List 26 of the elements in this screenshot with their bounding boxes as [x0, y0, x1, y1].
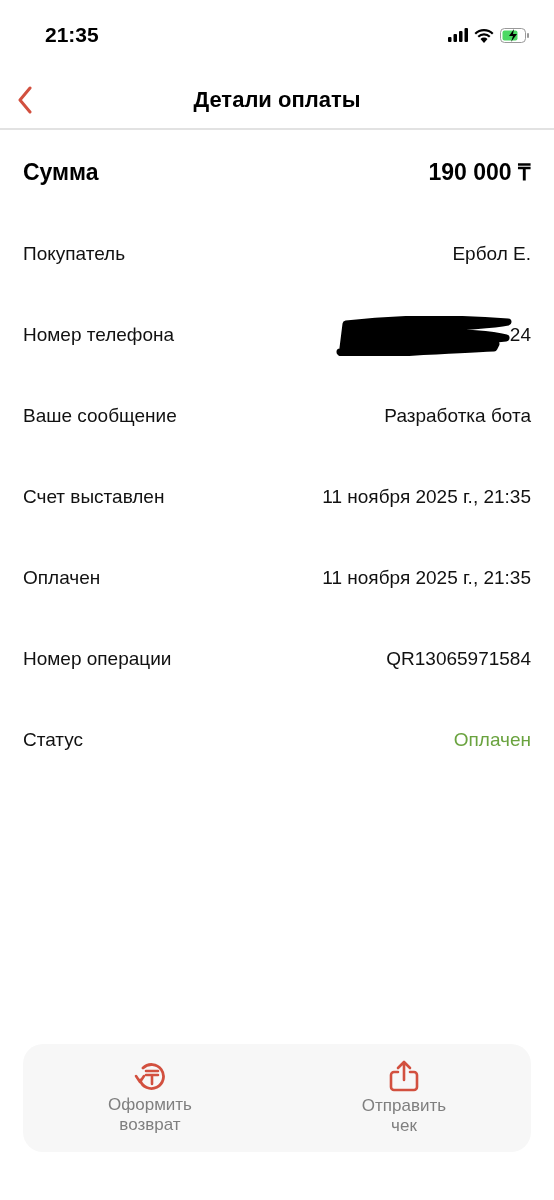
field-value: 11 ноября 2025 г., 21:35 [322, 566, 531, 591]
total-amount: 190 000 ₸ [428, 157, 531, 187]
field-value: 11 ноября 2025 г., 21:35 [322, 485, 531, 510]
share-icon [389, 1060, 419, 1092]
refund-button[interactable]: Оформить возврат [23, 1044, 277, 1152]
send-receipt-button[interactable]: Отправить чек [277, 1044, 531, 1152]
refund-tenge-icon [134, 1061, 166, 1091]
field-label: Покупатель [23, 242, 126, 267]
total-label: Сумма [23, 157, 99, 187]
field-label: Оплачен [23, 566, 101, 591]
field-label: Счет выставлен [23, 485, 165, 510]
back-chevron-icon [17, 86, 33, 114]
wifi-icon [474, 27, 494, 43]
status-time: 21:35 [45, 22, 99, 49]
page-title: Детали оплаты [193, 85, 361, 114]
battery-icon [500, 27, 530, 43]
signal-icon [448, 28, 468, 42]
field-label: Статус [23, 728, 84, 753]
status-value: Оплачен [453, 728, 531, 753]
field-value: Разработка бота [384, 404, 531, 429]
field-value: Ербол Е. [452, 242, 531, 267]
field-label: Ваше сообщение [23, 404, 177, 429]
field-value: QR13065971584 [386, 647, 531, 672]
field-label: Номер телефона [23, 323, 175, 348]
field-label: Номер операции [23, 647, 172, 672]
phone-number-ending: 24 [509, 323, 531, 348]
